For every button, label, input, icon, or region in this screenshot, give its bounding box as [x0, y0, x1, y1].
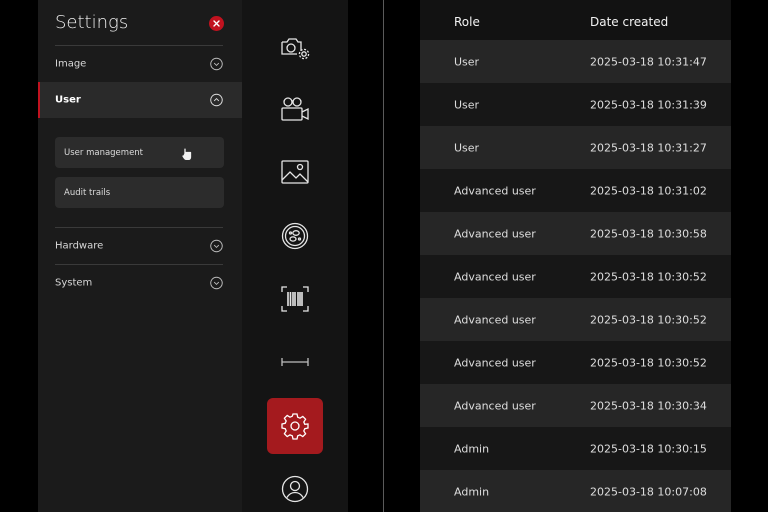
table-row[interactable]: Advanced user 2025-03-18 10:30:34: [420, 384, 731, 427]
cell-date-created: 2025-03-18 10:31:39: [590, 98, 707, 111]
table-row[interactable]: Advanced user 2025-03-18 10:30:52: [420, 341, 731, 384]
petri-dish-button[interactable]: [267, 208, 323, 264]
section-user[interactable]: User: [38, 82, 242, 118]
column-header-date[interactable]: Date created: [590, 15, 668, 29]
cell-date-created: 2025-03-18 10:30:34: [590, 399, 707, 412]
table-row[interactable]: Advanced user 2025-03-18 10:30:58: [420, 212, 731, 255]
measure-button[interactable]: [267, 334, 323, 390]
section-label: Hardware: [55, 240, 104, 252]
video-button[interactable]: [267, 81, 323, 137]
cell-role: User: [454, 141, 480, 154]
sub-item-label: User management: [64, 147, 144, 158]
cell-role: User: [454, 98, 480, 111]
cell-date-created: 2025-03-18 10:31:47: [590, 55, 707, 68]
cell-date-created: 2025-03-18 10:30:52: [590, 270, 707, 283]
barcode-button[interactable]: [267, 271, 323, 327]
cell-role: Admin: [454, 485, 490, 498]
section-label: User: [55, 94, 81, 106]
cell-date-created: 2025-03-18 10:30:52: [590, 356, 707, 369]
section-label: Image: [55, 58, 87, 70]
close-button[interactable]: [209, 16, 224, 31]
barcode-icon: [281, 286, 309, 312]
ruler-icon: [281, 358, 309, 366]
cell-date-created: 2025-03-18 10:31:27: [590, 141, 707, 154]
settings-title: Settings: [55, 12, 129, 33]
table-row[interactable]: Advanced user 2025-03-18 10:30:52: [420, 298, 731, 341]
chevron-down-icon: [210, 239, 223, 253]
cell-role: Advanced user: [454, 399, 536, 412]
cell-role: User: [454, 55, 480, 68]
panel-separator: [383, 0, 384, 512]
camera-settings-button[interactable]: [267, 20, 323, 76]
active-indicator: [38, 82, 40, 118]
chevron-down-icon: [210, 57, 223, 71]
table-row[interactable]: Admin 2025-03-18 10:30:15: [420, 427, 731, 470]
close-icon: [213, 20, 220, 27]
table-row[interactable]: User 2025-03-18 10:31:39: [420, 83, 731, 126]
cell-date-created: 2025-03-18 10:07:08: [590, 485, 707, 498]
settings-button[interactable]: [267, 398, 323, 454]
gear-icon: [281, 413, 309, 440]
table-row[interactable]: User 2025-03-18 10:31:47: [420, 40, 731, 83]
cell-role: Advanced user: [454, 227, 536, 240]
cell-role: Advanced user: [454, 184, 536, 197]
cell-date-created: 2025-03-18 10:30:58: [590, 227, 707, 240]
table-header: Role Date created: [420, 0, 731, 44]
users-table: Role Date created User 2025-03-18 10:31:4…: [420, 0, 731, 512]
cell-date-created: 2025-03-18 10:30:52: [590, 313, 707, 326]
cell-role: Admin: [454, 442, 490, 455]
table-row[interactable]: Advanced user 2025-03-18 10:30:52: [420, 255, 731, 298]
section-system[interactable]: System: [38, 265, 242, 301]
sub-item-label: Audit trails: [64, 187, 111, 198]
column-header-role[interactable]: Role: [454, 15, 480, 29]
profile-button[interactable]: [267, 461, 323, 512]
chevron-down-icon: [210, 276, 223, 290]
cell-role: Advanced user: [454, 356, 536, 369]
settings-panel: Settings Image User User management Audi…: [38, 0, 242, 512]
video-camera-icon: [281, 97, 309, 121]
cell-role: Advanced user: [454, 270, 536, 283]
table-row[interactable]: Admin 2025-03-18 10:07:08: [420, 470, 731, 512]
section-image[interactable]: Image: [38, 46, 242, 82]
petri-dish-icon: [281, 222, 309, 250]
user-management-item[interactable]: User management: [55, 137, 224, 168]
hand-cursor-icon: [182, 148, 192, 160]
section-label: System: [55, 277, 93, 289]
camera-settings-icon: [281, 38, 310, 60]
cell-date-created: 2025-03-18 10:30:15: [590, 442, 707, 455]
cell-date-created: 2025-03-18 10:31:02: [590, 184, 707, 197]
table-row[interactable]: Advanced user 2025-03-18 10:31:02: [420, 169, 731, 212]
section-hardware[interactable]: Hardware: [38, 228, 242, 264]
icon-rail: [242, 0, 348, 512]
image-button[interactable]: [267, 144, 323, 200]
table-row[interactable]: User 2025-03-18 10:31:27: [420, 126, 731, 169]
audit-trails-item[interactable]: Audit trails: [55, 177, 224, 208]
cell-role: Advanced user: [454, 313, 536, 326]
user-icon: [281, 475, 309, 503]
image-icon: [281, 160, 309, 184]
chevron-up-icon: [210, 93, 223, 107]
